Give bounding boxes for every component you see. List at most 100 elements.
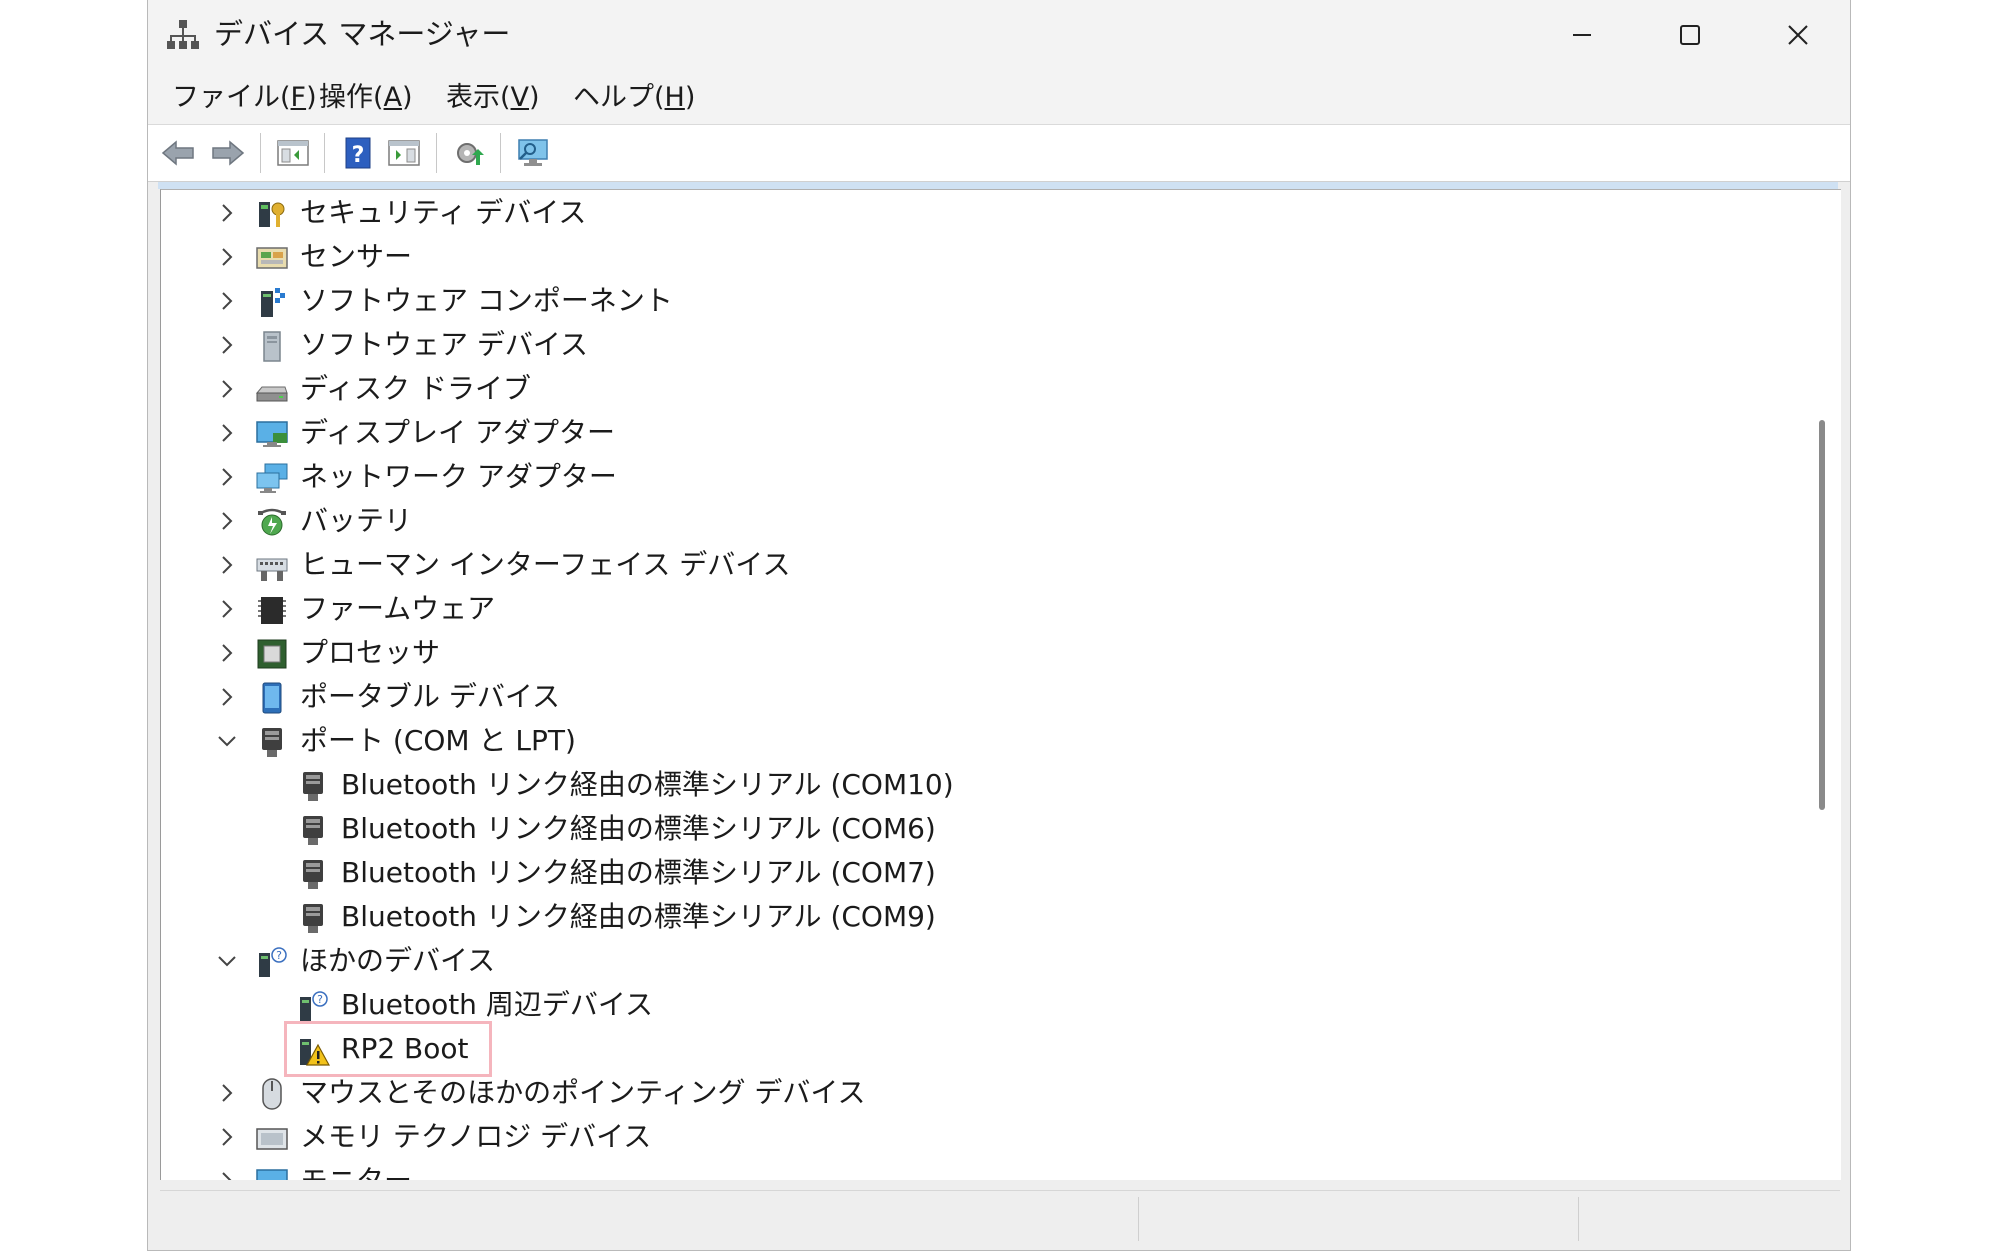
console-tree-button[interactable] [273,134,313,172]
tree-item-monitors[interactable]: モニター [161,1159,1761,1180]
network-adapter-icon [255,461,289,495]
tree-item-label: センサー [300,240,413,273]
tree-item-label: Bluetooth リンク経由の標準シリアル (COM9) [341,900,936,933]
tree-item-label: プロセッサ [300,636,441,669]
vertical-scrollbar[interactable] [1802,190,1840,1180]
expand-chevron-right-icon[interactable] [213,199,241,227]
port-icon [255,725,289,759]
status-bar-divider [1578,1197,1579,1241]
tree-item-label: ヒューマン インターフェイス デバイス [300,548,791,581]
maximize-button[interactable] [1636,0,1744,70]
expand-chevron-right-icon[interactable] [213,1079,241,1107]
tree-item-network-adapters[interactable]: ネットワーク アダプター [161,455,1761,499]
tree-item-bluetooth-serial-com9[interactable]: Bluetooth リンク経由の標準シリアル (COM9) [161,895,1761,939]
tree-item-batteries[interactable]: バッテリ [161,499,1761,543]
menu-view[interactable]: 表示(V) [446,80,540,116]
firmware-icon [255,593,289,627]
software-component-icon [255,285,289,319]
tree-item-label: モニター [300,1161,412,1180]
menu-file[interactable]: ファイル(F) [172,80,317,116]
tree-item-bluetooth-serial-com7[interactable]: Bluetooth リンク経由の標準シリアル (COM7) [161,851,1761,895]
tree-item-security-devices[interactable]: セキュリティ デバイス [161,191,1761,235]
portable-device-icon [255,681,289,715]
update-driver-icon [457,143,484,165]
unknown-device-icon: ? [296,989,330,1023]
processor-icon [255,637,289,671]
expand-chevron-right-icon[interactable] [213,1167,241,1180]
tree-item-label: ファームウェア [300,592,496,625]
port-icon [296,813,330,847]
tree-item-label: ネットワーク アダプター [300,460,617,493]
show-hide-console-tree-icon [277,140,309,166]
memory-device-icon [255,1121,289,1155]
tree-item-software-devices[interactable]: ソフトウェア デバイス [161,323,1761,367]
show-hide-action-pane-icon [388,140,420,166]
title-bar[interactable]: デバイス マネージャー [148,0,1850,70]
tree-item-mice-pointing-devices[interactable]: マウスとそのほかのポインティング デバイス [161,1071,1761,1115]
hid-icon [255,549,289,583]
expand-chevron-right-icon[interactable] [213,331,241,359]
tree-item-human-interface-devices[interactable]: ヒューマン インターフェイス デバイス [161,543,1761,587]
expand-chevron-right-icon[interactable] [213,639,241,667]
port-icon [296,857,330,891]
tree-item-bluetooth-serial-com10[interactable]: Bluetooth リンク経由の標準シリアル (COM10) [161,763,1761,807]
device-manager-app-icon [166,18,200,52]
expand-chevron-right-icon[interactable] [213,683,241,711]
display-adapter-icon [255,417,289,451]
tree-item-label: セキュリティ デバイス [300,196,587,229]
help-icon: ? [345,137,371,169]
expand-chevron-right-icon[interactable] [213,463,241,491]
tree-item-processors[interactable]: プロセッサ [161,631,1761,675]
expand-chevron-right-icon[interactable] [213,551,241,579]
tree-item-label: ディスプレイ アダプター [300,416,615,449]
maximize-icon [1680,25,1700,45]
minimize-button[interactable] [1528,0,1636,70]
collapse-chevron-down-icon[interactable] [213,947,241,975]
tree-item-label: Bluetooth リンク経由の標準シリアル (COM10) [341,768,954,801]
window-title: デバイス マネージャー [214,17,511,51]
toolbar-separator [436,133,437,173]
tree-item-memory-technology-devices[interactable]: メモリ テクノロジ デバイス [161,1115,1761,1159]
help-button[interactable]: ? [338,134,378,172]
toolbar-separator [324,133,325,173]
forward-button[interactable] [208,134,248,172]
scrollbar-thumb[interactable] [1819,420,1825,810]
expand-chevron-right-icon[interactable] [213,1123,241,1151]
tree-item-bluetooth-serial-com6[interactable]: Bluetooth リンク経由の標準シリアル (COM6) [161,807,1761,851]
expand-chevron-right-icon[interactable] [213,595,241,623]
collapse-chevron-down-icon[interactable] [213,727,241,755]
expand-chevron-right-icon[interactable] [213,243,241,271]
scan-hardware-icon [518,139,548,166]
device-tree[interactable]: セキュリティ デバイス センサー ソフトウェア コンポーネント ソフトウェア デ… [160,189,1841,1180]
tree-item-label: マウスとそのほかのポインティング デバイス [300,1076,866,1109]
pane-top-border [158,182,1838,189]
update-driver-button[interactable] [450,134,490,172]
tree-item-disk-drives[interactable]: ディスク ドライブ [161,367,1761,411]
tree-item-software-components[interactable]: ソフトウェア コンポーネント [161,279,1761,323]
menu-bar: ファイル(F) 操作(A) 表示(V) ヘルプ(H) [148,70,1850,125]
svg-text:?: ? [317,993,323,1006]
tree-item-ports-com-lpt[interactable]: ポート (COM と LPT) [161,719,1761,763]
tree-item-label: ポータブル デバイス [300,680,561,713]
close-button[interactable] [1744,0,1852,70]
back-button[interactable] [158,134,198,172]
menu-help[interactable]: ヘルプ(H) [573,80,695,116]
svg-text:?: ? [352,143,365,168]
menu-action[interactable]: 操作(A) [319,80,413,116]
expand-chevron-right-icon[interactable] [213,507,241,535]
expand-chevron-right-icon[interactable] [213,375,241,403]
status-bar-divider [1138,1197,1139,1241]
expand-chevron-right-icon[interactable] [213,287,241,315]
tree-item-firmware[interactable]: ファームウェア [161,587,1761,631]
forward-icon [212,140,245,166]
tree-item-sensors[interactable]: センサー [161,235,1761,279]
tree-item-label: ほかのデバイス [300,944,496,977]
expand-chevron-right-icon[interactable] [213,419,241,447]
monitor-icon [255,1165,289,1180]
tree-item-other-devices[interactable]: ? ほかのデバイス [161,939,1761,983]
action-pane-button[interactable] [384,134,424,172]
tree-item-display-adapters[interactable]: ディスプレイ アダプター [161,411,1761,455]
scan-hardware-button[interactable] [513,134,553,172]
tree-item-label: Bluetooth リンク経由の標準シリアル (COM6) [341,812,936,845]
tree-item-portable-devices[interactable]: ポータブル デバイス [161,675,1761,719]
